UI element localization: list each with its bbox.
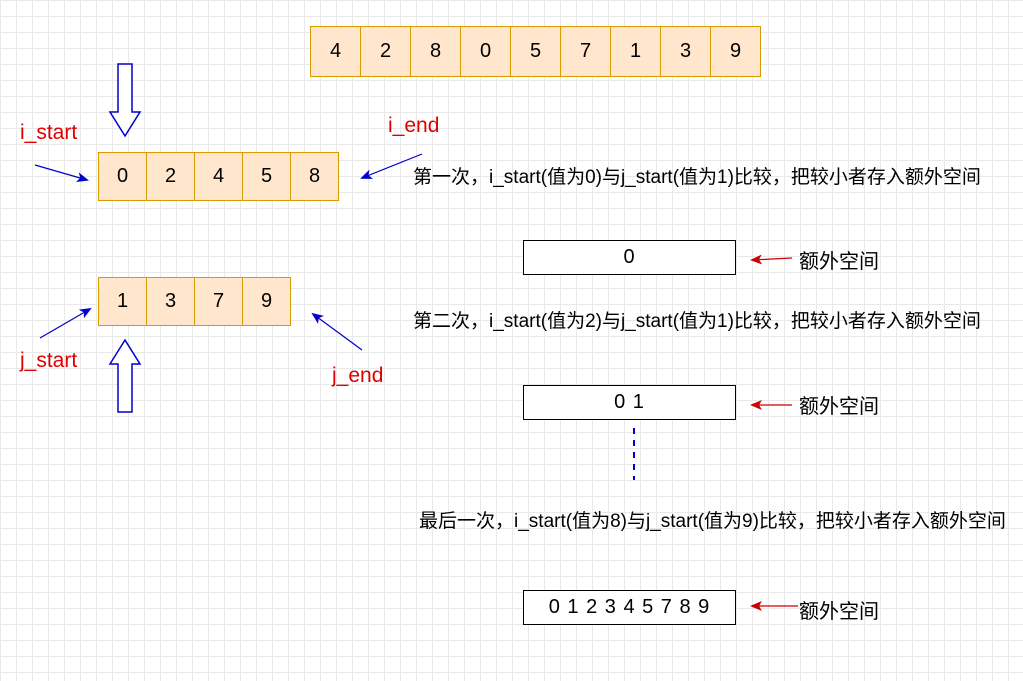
i-end-pointer-arrow xyxy=(360,153,423,179)
j-start-pointer-arrow xyxy=(39,307,92,339)
arrows-layer xyxy=(34,63,798,611)
hollow-up-arrow-icon xyxy=(108,338,142,413)
extra-space-arrow-step-1 xyxy=(750,254,793,265)
hollow-down-arrow-icon xyxy=(108,63,142,138)
j-end-pointer-arrow xyxy=(311,312,363,351)
i-start-pointer-arrow xyxy=(34,164,89,183)
